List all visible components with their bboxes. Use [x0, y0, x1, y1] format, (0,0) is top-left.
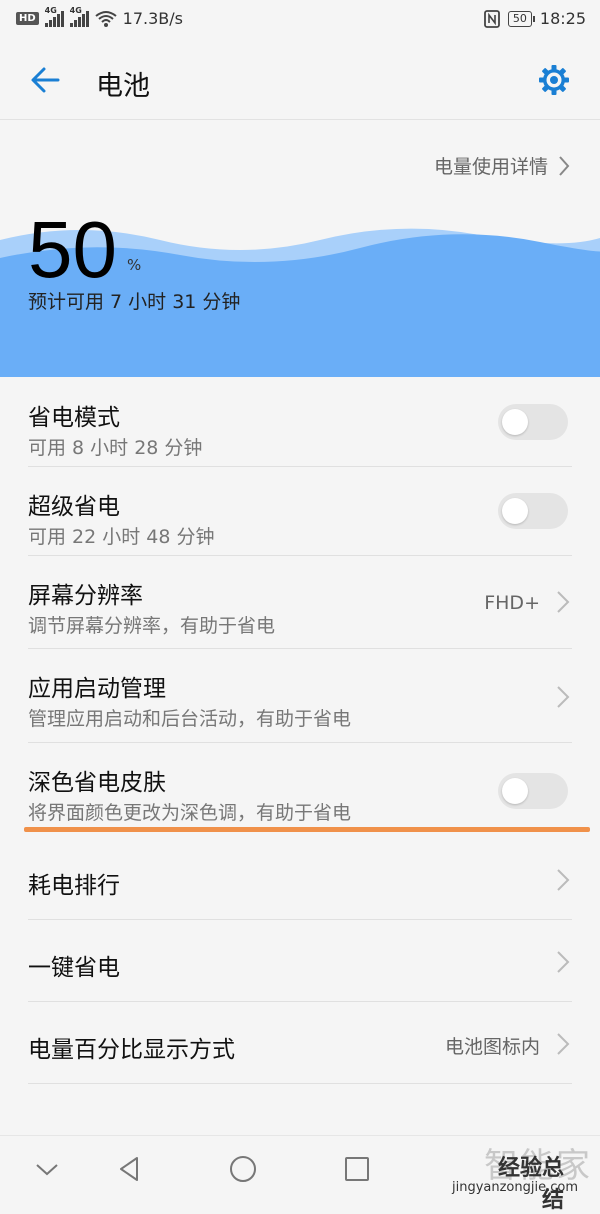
resolution-value: FHD+ — [484, 592, 540, 614]
watermark-url: jingyanzongjie.com — [451, 1180, 578, 1195]
page-title: 电池 — [96, 71, 150, 102]
percent-display-row[interactable]: 电量百分比显示方式 电池图标内 — [0, 1002, 600, 1084]
app-bar: 电池 — [0, 40, 600, 120]
gear-icon[interactable] — [536, 62, 572, 98]
network-type-2: 4G — [69, 5, 82, 15]
watermark: 智能家 经验总结 jingyanzongjie.com — [452, 1138, 592, 1213]
nav-recents-icon[interactable] — [342, 1154, 372, 1184]
back-arrow-icon[interactable] — [28, 62, 64, 98]
divider — [28, 1083, 572, 1084]
chevron-right-icon — [557, 686, 570, 708]
ultra-saving-label: 超级省电 — [28, 494, 120, 520]
clock: 18:25 — [539, 9, 586, 28]
power-saving-label: 省电模式 — [28, 405, 120, 431]
power-saving-sub: 可用 8 小时 28 分钟 — [28, 437, 203, 459]
nav-home-icon[interactable] — [228, 1154, 258, 1184]
signal-icon-2: 4G — [69, 6, 89, 27]
header-divider — [0, 119, 600, 120]
toggle-knob — [502, 409, 528, 435]
signal-icon: 4G — [44, 6, 64, 27]
wifi-icon — [95, 10, 117, 27]
percent-display-value: 电池图标内 — [444, 1036, 540, 1058]
hd-badge: HD — [16, 12, 39, 25]
battery-estimate: 预计可用 7 小时 31 分钟 — [28, 291, 241, 313]
dark-skin-sub: 将界面颜色更改为深色调，有助于省电 — [28, 802, 352, 824]
dark-skin-row[interactable]: 深色省电皮肤 将界面颜色更改为深色调，有助于省电 — [0, 743, 600, 833]
chevron-right-icon — [557, 591, 570, 613]
one-key-label: 一键省电 — [28, 955, 120, 981]
app-launch-row[interactable]: 应用启动管理 管理应用启动和后台活动，有助于省电 — [0, 649, 600, 743]
highlight-underline — [24, 827, 590, 832]
ultra-saving-sub: 可用 22 小时 48 分钟 — [28, 526, 215, 548]
chevron-down-icon[interactable] — [32, 1154, 62, 1184]
app-launch-sub: 管理应用启动和后台活动，有助于省电 — [28, 708, 352, 730]
network-type-1: 4G — [44, 5, 57, 15]
chevron-right-icon — [557, 951, 570, 973]
app-launch-label: 应用启动管理 — [28, 676, 166, 702]
battery-icon: 50 — [507, 10, 535, 27]
ranking-row[interactable]: 耗电排行 — [0, 838, 600, 920]
resolution-row[interactable]: 屏幕分辨率 调节屏幕分辨率，有助于省电 FHD+ — [0, 556, 600, 649]
dark-skin-toggle[interactable] — [498, 773, 568, 809]
usage-details-label: 电量使用详情 — [433, 156, 548, 178]
ultra-saving-row[interactable]: 超级省电 可用 22 小时 48 分钟 — [0, 467, 600, 556]
one-key-row[interactable]: 一键省电 — [0, 920, 600, 1002]
resolution-label: 屏幕分辨率 — [28, 583, 143, 609]
chevron-right-icon — [559, 155, 570, 176]
nfc-icon — [483, 9, 500, 28]
toggle-knob — [502, 778, 528, 804]
ranking-label: 耗电排行 — [28, 873, 120, 899]
resolution-sub: 调节屏幕分辨率，有助于省电 — [28, 615, 276, 637]
status-right: 50 18:25 — [483, 9, 586, 28]
chevron-right-icon — [557, 1033, 570, 1055]
power-saving-toggle[interactable] — [498, 404, 568, 440]
usage-details-link[interactable]: 电量使用详情 — [434, 152, 570, 179]
ultra-saving-toggle[interactable] — [498, 493, 568, 529]
chevron-right-icon — [557, 869, 570, 891]
status-bar: HD 4G 4G 17.3B/s 50 18:25 — [0, 0, 600, 40]
toggle-knob — [502, 498, 528, 524]
power-saving-row[interactable]: 省电模式 可用 8 小时 28 分钟 — [0, 378, 600, 467]
network-speed: 17.3B/s — [122, 9, 183, 28]
percent-display-label: 电量百分比显示方式 — [28, 1037, 235, 1063]
dark-skin-label: 深色省电皮肤 — [28, 770, 166, 796]
battery-percent: 50 — [28, 205, 117, 294]
nav-back-icon[interactable] — [115, 1154, 145, 1184]
percent-sign: % — [127, 256, 142, 274]
status-left: HD 4G 4G 17.3B/s — [16, 6, 183, 28]
